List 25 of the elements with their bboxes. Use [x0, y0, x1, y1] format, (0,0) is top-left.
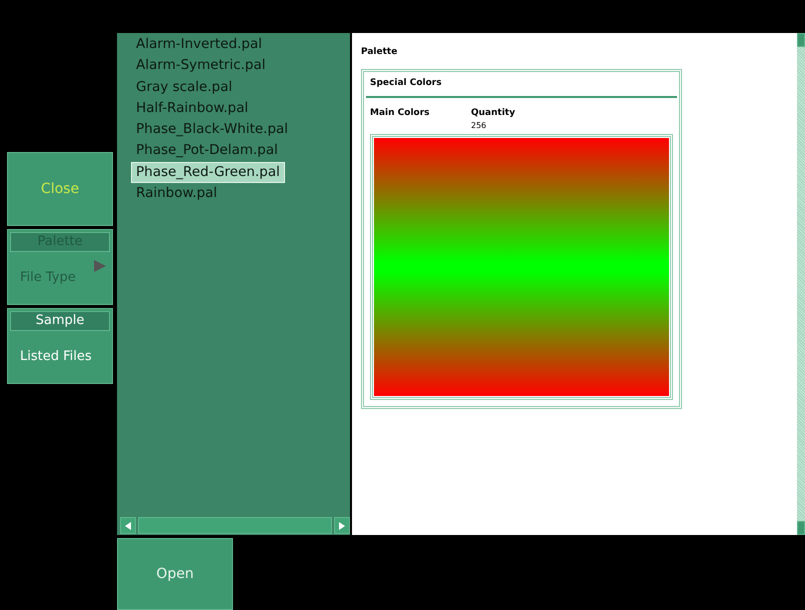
file-item[interactable]: Phase_Pot-Delam.pal: [131, 140, 283, 162]
file-item[interactable]: Phase_Black-White.pal: [131, 119, 294, 140]
right-arrow-icon: [339, 522, 345, 530]
file-item[interactable]: Rainbow.pal: [131, 183, 222, 204]
file-item[interactable]: Phase_Red-Green.pal: [131, 162, 285, 184]
option-label: File Type: [20, 270, 76, 284]
preview-title: Palette: [361, 47, 398, 57]
column-label: Main Colors: [370, 108, 431, 120]
column-label: Quantity: [471, 108, 516, 118]
file-item[interactable]: Half-Rainbow.pal: [131, 98, 254, 120]
quantity-value: 256: [471, 121, 488, 130]
scroll-right-button[interactable]: [334, 517, 350, 534]
left-arrow-icon: [125, 522, 131, 530]
open-button[interactable]: Open: [117, 538, 233, 610]
option-caption: Sample: [10, 311, 110, 331]
vertical-scrollbar[interactable]: [797, 33, 805, 535]
close-button[interactable]: Close: [7, 152, 113, 226]
menu-option[interactable]: Sample Listed Files: [7, 308, 113, 384]
scroll-left-button[interactable]: [120, 517, 136, 534]
section-heading: Special Colors: [366, 74, 677, 98]
triangle-icon: [94, 260, 106, 272]
file-item[interactable]: Gray scale.pal: [131, 76, 238, 98]
option-label: Listed Files: [20, 348, 92, 364]
file-item[interactable]: Alarm-Inverted.pal: [131, 34, 268, 56]
file-item[interactable]: Alarm-Symetric.pal: [131, 55, 271, 77]
